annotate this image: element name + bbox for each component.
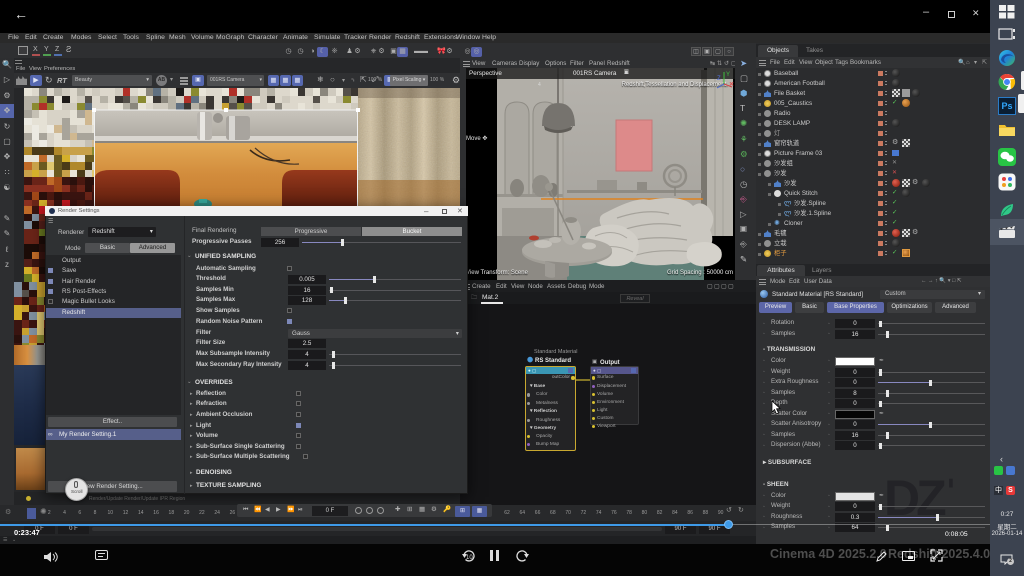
svg-text:Y: Y bbox=[726, 72, 730, 78]
svg-text:Z: Z bbox=[717, 76, 721, 82]
svg-text:10: 10 bbox=[466, 555, 473, 561]
